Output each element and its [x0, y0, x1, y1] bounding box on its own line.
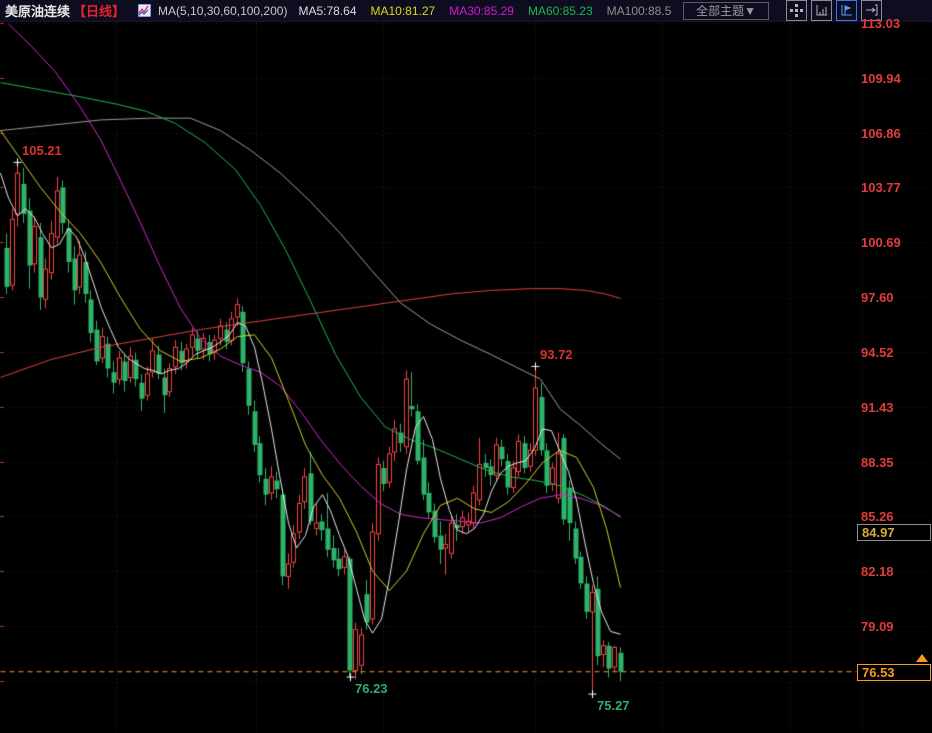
flag-chart-icon[interactable] [836, 0, 857, 21]
candlestick-chart-canvas[interactable] [0, 22, 932, 733]
axis-chart-icon[interactable] [811, 0, 832, 21]
price-annotation-label: 105.21 [22, 143, 62, 158]
chart-topbar: 美原油连续 【日线】 MA(5,10,30,60,100,200) MA5:78… [0, 0, 932, 22]
ma-legend-item: MA60:85.23 [528, 4, 593, 18]
indicator-chart-icon[interactable] [138, 4, 151, 17]
y-axis-label: 85.26 [861, 509, 894, 524]
ma-legend-item: MA5:78.64 [298, 4, 356, 18]
ma-legend: MA5:78.64 MA10:81.27 MA30:85.29 MA60:85.23 M… [298, 4, 671, 18]
y-axis-label: 88.35 [861, 455, 894, 470]
price-annotation-label: 75.27 [597, 698, 630, 713]
chart-area: 113.03109.94106.86103.77100.6997.6094.52… [0, 22, 932, 733]
ma-legend-item: MA30:85.29 [449, 4, 514, 18]
y-axis-label: 100.69 [861, 235, 901, 250]
y-axis-label: 109.94 [861, 71, 901, 86]
y-axis-label: 94.52 [861, 345, 894, 360]
instrument-title[interactable]: 美原油连续 [5, 1, 70, 20]
jump-to-latest-arrow[interactable] [916, 654, 928, 662]
period-label[interactable]: 【日线】 [73, 1, 125, 20]
price-annotation-label: 76.23 [355, 681, 388, 696]
y-axis-label: 103.77 [861, 180, 901, 195]
ma-formula[interactable]: MA(5,10,30,60,100,200) [158, 4, 287, 18]
grid-layout-icon[interactable] [786, 0, 807, 21]
chart-app: { "topbar": { "title": "美原油连续", "period"… [0, 0, 932, 733]
y-axis-label: 79.09 [861, 619, 894, 634]
ma-legend-item: MA100:88.5 [607, 4, 672, 18]
prev-close-badge: 84.97 [857, 524, 931, 541]
y-axis-label: 113.03 [861, 16, 900, 31]
ma-legend-item: MA10:81.27 [371, 4, 436, 18]
y-axis-label: 97.60 [861, 290, 894, 305]
latest-price-badge: 76.53 [857, 664, 931, 681]
theme-dropdown[interactable]: 全部主题▼ [683, 2, 769, 20]
y-axis-label: 91.43 [861, 400, 894, 415]
y-axis-label: 106.86 [861, 126, 901, 141]
price-annotation-label: 93.72 [540, 347, 573, 362]
y-axis-label: 82.18 [861, 564, 894, 579]
